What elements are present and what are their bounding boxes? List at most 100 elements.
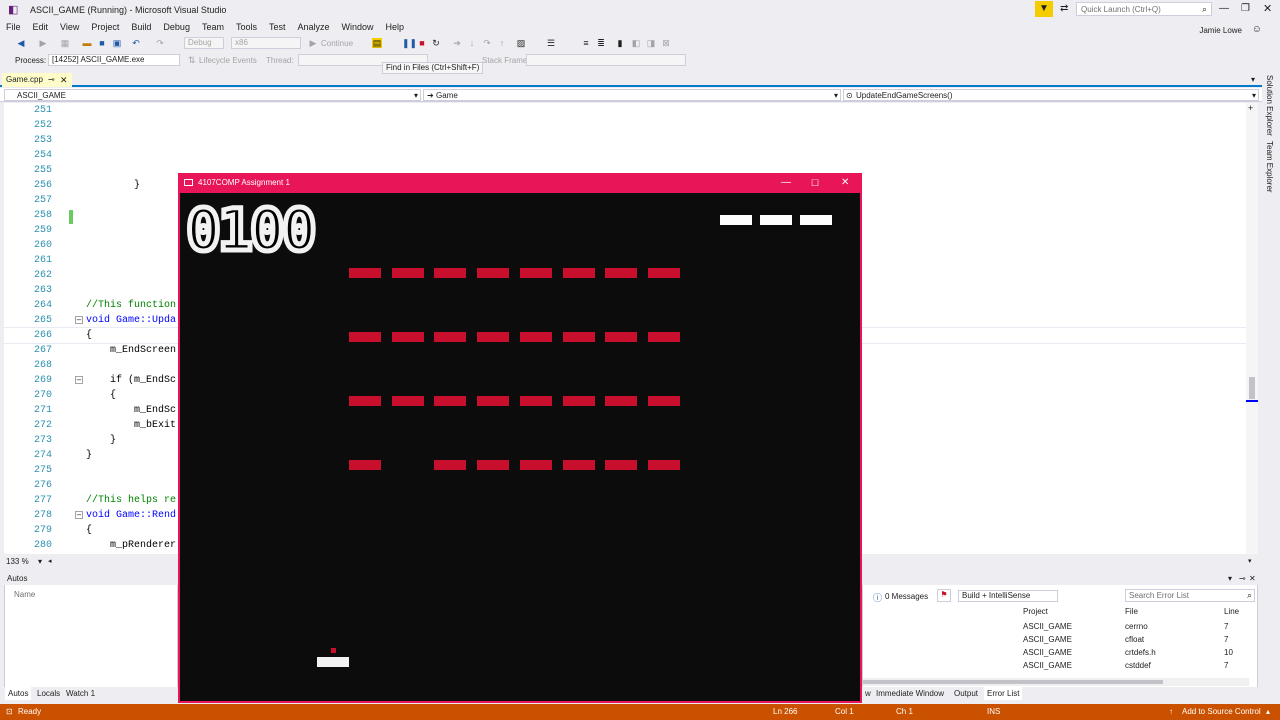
redo-icon[interactable]: ↷ — [155, 38, 165, 48]
menu-project[interactable]: Project — [85, 20, 125, 32]
tab-solution-explorer[interactable]: Solution Explorer — [1265, 75, 1274, 136]
error-cell-line[interactable]: 7 — [1224, 620, 1228, 633]
open-file-icon[interactable]: ▬ — [82, 38, 92, 48]
source-control-chevron-icon[interactable]: ▴ — [1266, 704, 1270, 720]
menu-analyze[interactable]: Analyze — [292, 20, 336, 32]
clear-bookmarks-icon[interactable]: ⊠ — [661, 38, 671, 48]
error-cell-project[interactable]: ASCII_GAME — [1023, 633, 1072, 646]
error-cell-project[interactable]: ASCII_GAME — [1023, 620, 1072, 633]
tab-locals[interactable]: Locals — [34, 687, 63, 700]
split-icon[interactable]: + — [1248, 103, 1253, 113]
minimize-button[interactable]: — — [1219, 3, 1229, 14]
tab-close-icon[interactable]: ✕ — [60, 73, 68, 87]
back-icon[interactable]: ◀ — [16, 38, 26, 48]
error-cell-file[interactable]: cfloat — [1125, 633, 1144, 646]
solution-platform-select[interactable]: x86 — [231, 37, 301, 49]
scroll-left-icon[interactable]: ◂ — [48, 557, 52, 565]
bookmark-icon[interactable]: ▮ — [615, 38, 625, 48]
zoom-chevron-icon[interactable]: ▾ — [38, 557, 42, 566]
step-over-icon[interactable]: ↷ — [482, 38, 492, 48]
quick-launch-input[interactable]: Quick Launch (Ctrl+Q) ⌕ — [1076, 2, 1212, 16]
add-to-source-control-button[interactable]: Add to Source Control — [1182, 704, 1261, 720]
panel-menu-icon[interactable]: ▾ — [1228, 574, 1232, 583]
file-column-header[interactable]: File — [1125, 607, 1138, 616]
menu-tools[interactable]: Tools — [230, 20, 263, 32]
prev-bookmark-icon[interactable]: ◧ — [631, 38, 641, 48]
menu-window[interactable]: Window — [336, 20, 380, 32]
uncomment-icon[interactable]: ≣ — [596, 38, 606, 48]
menu-edit[interactable]: Edit — [27, 20, 55, 32]
error-hscrollbar[interactable] — [863, 678, 1249, 686]
project-column-header[interactable]: Project — [1023, 607, 1048, 616]
filter-icon[interactable]: ⚑ — [937, 589, 951, 602]
line-column-header[interactable]: Line — [1224, 607, 1239, 616]
game-close-button[interactable]: ✕ — [841, 173, 849, 193]
editor-scrollbar[interactable]: + — [1246, 103, 1258, 554]
next-bookmark-icon[interactable]: ◨ — [646, 38, 656, 48]
code-line[interactable]: 253 — [4, 133, 1258, 148]
error-cell-line[interactable]: 7 — [1224, 659, 1228, 672]
continue-icon[interactable]: ▶ — [308, 38, 318, 48]
game-maximize-button[interactable]: ☐ — [811, 173, 819, 193]
menu-debug[interactable]: Debug — [157, 20, 196, 32]
stop-debugging-icon[interactable]: ■ — [417, 38, 427, 48]
step-out-icon[interactable]: ↑ — [497, 38, 507, 48]
menu-team[interactable]: Team — [196, 20, 230, 32]
error-cell-file[interactable]: cstddef — [1125, 659, 1151, 672]
error-cell-project[interactable]: ASCII_GAME — [1023, 646, 1072, 659]
pin-icon[interactable]: ⊸ — [48, 73, 55, 87]
restore-button[interactable]: ❐ — [1241, 3, 1250, 14]
save-all-icon[interactable]: ▣ — [112, 38, 122, 48]
close-button[interactable]: ✕ — [1263, 2, 1272, 15]
error-search-input[interactable]: Search Error List ⌕ — [1125, 589, 1255, 602]
collapse-toggle-icon[interactable]: − — [75, 376, 83, 384]
continue-button[interactable]: Continue — [321, 39, 353, 48]
notification-filter-icon[interactable]: ▼ — [1035, 1, 1053, 17]
tab-autos[interactable]: Autos — [5, 687, 32, 700]
collapse-toggle-icon[interactable]: − — [75, 511, 83, 519]
undo-icon[interactable]: ↶ — [131, 38, 141, 48]
scroll-thumb[interactable] — [1249, 377, 1255, 399]
game-minimize-button[interactable]: — — [781, 173, 791, 193]
error-cell-project[interactable]: ASCII_GAME — [1023, 659, 1072, 672]
break-all-icon[interactable]: ❚❚ — [402, 38, 417, 48]
error-cell-file[interactable]: cerrno — [1125, 620, 1148, 633]
game-window[interactable]: 4107COMP Assignment 1 — ☐ ✕ 0100 — [178, 173, 862, 703]
error-cell-file[interactable]: crtdefs.h — [1125, 646, 1156, 659]
tab-immediate-window[interactable]: Immediate Window — [873, 687, 947, 700]
panel-pin-icon[interactable]: ⊸ — [1239, 574, 1246, 583]
messages-filter-button[interactable]: 0 Messages — [885, 592, 928, 601]
save-icon[interactable]: ■ — [97, 38, 107, 48]
code-line[interactable]: 251 — [4, 103, 1258, 118]
game-playfield[interactable]: 0100 — [180, 193, 860, 701]
code-line[interactable]: 254 — [4, 148, 1258, 163]
scroll-down-icon[interactable]: ▾ — [1248, 557, 1252, 565]
menu-view[interactable]: View — [54, 20, 85, 32]
feedback-icon[interactable]: ⇄ — [1060, 3, 1068, 14]
tab-error-list[interactable]: Error List — [984, 687, 1023, 700]
restart-icon[interactable]: ↻ — [431, 38, 441, 48]
tab-partial[interactable]: w — [862, 687, 874, 700]
scope-dropdown[interactable]: ➔ Game ▾ — [423, 89, 841, 101]
menu-help[interactable]: Help — [380, 20, 411, 32]
stack-frame-select[interactable] — [526, 54, 686, 66]
zoom-level[interactable]: 133 % — [6, 557, 29, 566]
error-cell-line[interactable]: 10 — [1224, 646, 1233, 659]
user-name[interactable]: Jamie Lowe — [1193, 24, 1248, 35]
hex-display-icon[interactable]: ▨ — [516, 38, 526, 48]
tab-output[interactable]: Output — [951, 687, 981, 700]
user-avatar-icon[interactable]: ☺ — [1246, 22, 1268, 35]
step-into-icon[interactable]: ↓ — [467, 38, 477, 48]
game-title-bar[interactable]: 4107COMP Assignment 1 — ☐ ✕ — [178, 173, 862, 193]
new-project-icon[interactable]: ▦ — [60, 38, 70, 48]
build-filter-select[interactable]: Build + IntelliSense — [958, 590, 1058, 602]
project-dropdown[interactable]: ASCII_GAME ▾ — [4, 89, 421, 101]
forward-icon[interactable]: ▶ — [38, 38, 48, 48]
menu-file[interactable]: File — [0, 20, 27, 32]
tab-team-explorer[interactable]: Team Explorer — [1265, 141, 1274, 193]
threads-icon[interactable]: ☰ — [546, 38, 556, 48]
error-cell-line[interactable]: 7 — [1224, 633, 1228, 646]
comment-icon[interactable]: ≡ — [581, 38, 591, 48]
error-hscroll-thumb[interactable] — [863, 680, 1163, 684]
member-dropdown[interactable]: ⊙ UpdateEndGameScreens() ▾ — [843, 89, 1259, 101]
